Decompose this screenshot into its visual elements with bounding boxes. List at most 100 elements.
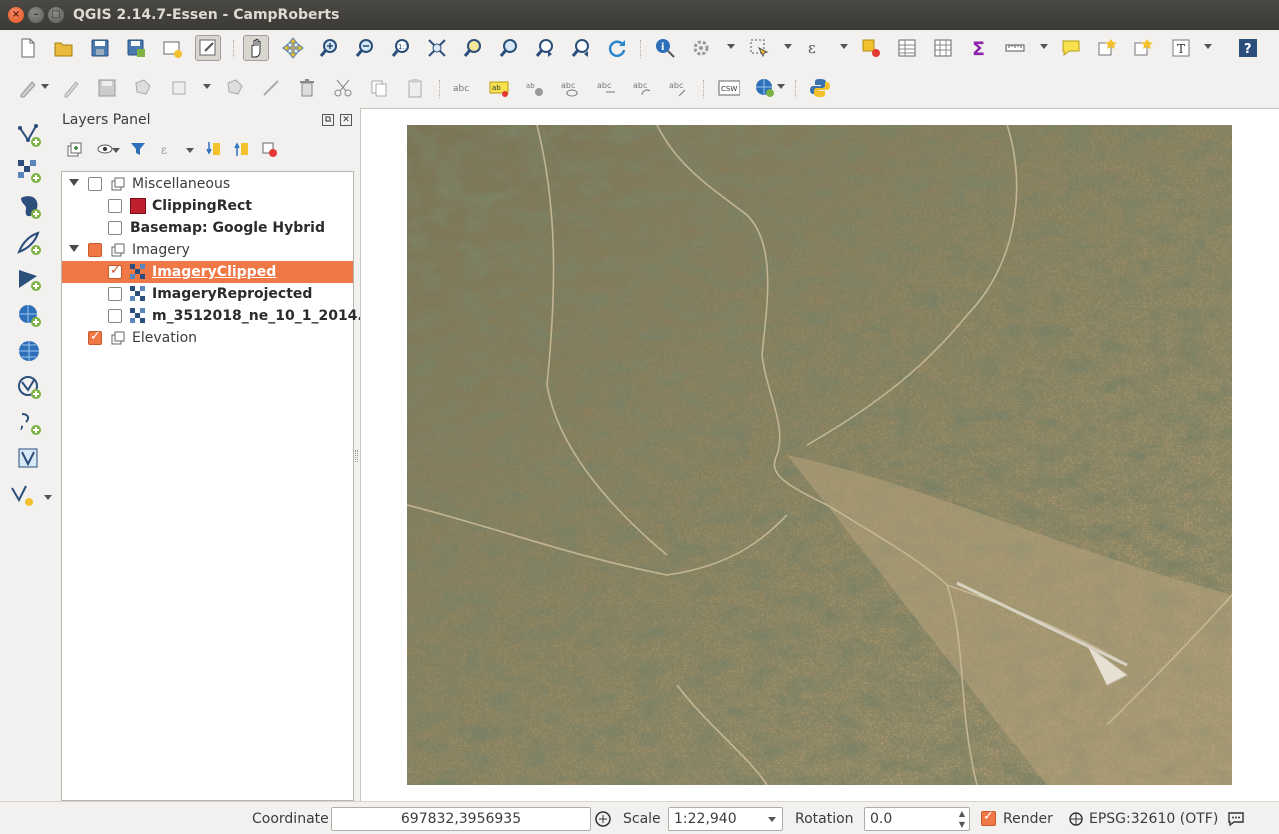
change-label-icon[interactable]: abc [666, 75, 692, 101]
move-dropdown-arrow[interactable] [203, 84, 211, 89]
crs-globe-icon[interactable] [1069, 812, 1083, 826]
zoom-out-icon[interactable] [352, 35, 378, 61]
messages-icon[interactable] [1227, 811, 1245, 827]
pan-icon[interactable] [243, 35, 269, 61]
measure-icon[interactable] [1002, 35, 1028, 61]
new-shapefile-layer-icon[interactable] [8, 481, 36, 509]
pencil-icon[interactable] [58, 75, 84, 101]
python-console-icon[interactable] [807, 75, 833, 101]
add-wms-icon[interactable] [752, 75, 778, 101]
layer-checkbox[interactable] [88, 243, 102, 257]
layer-labeling-icon[interactable]: abc [450, 75, 476, 101]
add-spatialite-layer-icon[interactable] [15, 229, 43, 257]
zoom-in-icon[interactable] [316, 35, 342, 61]
select-features-icon[interactable] [746, 35, 772, 61]
expand-arrow-icon[interactable] [69, 245, 79, 252]
new-project-icon[interactable] [15, 35, 41, 61]
delete-selected-icon[interactable] [294, 75, 320, 101]
layer-checkbox[interactable] [88, 329, 102, 345]
select-by-expression-icon[interactable]: ε [802, 35, 828, 61]
layer-checkbox[interactable] [108, 287, 122, 301]
add-feature-icon[interactable] [130, 75, 156, 101]
refresh-icon[interactable] [604, 35, 630, 61]
zoom-actual-size-icon[interactable]: 1:1 [388, 35, 414, 61]
layer-row-miscellaneous[interactable]: Miscellaneous [62, 173, 353, 195]
layer-tree[interactable]: Miscellaneous ClippingRect Basemap: Goog… [61, 171, 373, 801]
rotate-label-icon[interactable]: abc [630, 75, 656, 101]
label-dropdown-arrow[interactable] [1204, 44, 1212, 49]
render-checkbox[interactable] [981, 809, 996, 826]
scale-combo[interactable]: 1:22,940 [668, 807, 783, 831]
select-dropdown-arrow[interactable] [784, 44, 792, 49]
add-virtual-layer-icon[interactable] [15, 445, 43, 473]
form-annotation-icon[interactable] [1130, 35, 1156, 61]
layer-row-clippingrect[interactable]: ClippingRect [62, 195, 353, 217]
edit-tool-icon[interactable] [258, 75, 284, 101]
layer-row-basemap[interactable]: Basemap: Google Hybrid [62, 217, 353, 239]
zoom-to-selection-icon[interactable] [460, 35, 486, 61]
add-delimited-text-layer-icon[interactable]: , [15, 409, 43, 437]
layer-row-imagery[interactable]: Imagery [62, 239, 353, 261]
rotation-spin-down[interactable]: ▼ [956, 819, 968, 830]
add-wfs-layer-icon[interactable] [15, 373, 43, 401]
layer-row-imageryreprojected[interactable]: ImageryReprojected [62, 283, 353, 305]
layer-row-elevation[interactable]: Elevation [62, 327, 353, 349]
csw-icon[interactable]: CSW [716, 75, 742, 101]
zoom-next-icon[interactable] [568, 35, 594, 61]
zoom-last-icon[interactable] [532, 35, 558, 61]
layer-row-imageryclipped[interactable]: ImageryClipped [62, 261, 353, 283]
move-label-icon[interactable]: abc [594, 75, 620, 101]
pin-labels-icon[interactable]: ab [486, 75, 512, 101]
copy-features-icon[interactable] [366, 75, 392, 101]
visibility-dropdown-arrow[interactable] [112, 148, 120, 153]
add-vector-layer-icon[interactable] [15, 121, 43, 149]
crs-label[interactable]: EPSG:32610 (OTF) [1089, 811, 1218, 827]
filter-legend-icon[interactable] [127, 138, 149, 160]
layer-row-m3512018[interactable]: m_3512018_ne_10_1_2014... [62, 305, 373, 327]
cut-features-icon[interactable] [330, 75, 356, 101]
add-mssql-layer-icon[interactable] [15, 265, 43, 293]
deselect-icon[interactable] [858, 35, 884, 61]
rotation-field[interactable]: 0.0 [864, 807, 970, 831]
layer-checkbox[interactable] [108, 199, 122, 213]
move-feature-icon[interactable] [166, 75, 192, 101]
pan-to-selection-icon[interactable] [280, 35, 306, 61]
panel-splitter-handle[interactable] [355, 450, 358, 462]
layer-checkbox[interactable] [108, 221, 122, 235]
collapse-all-icon[interactable] [230, 138, 252, 160]
maximize-window-button[interactable]: □ [48, 7, 64, 23]
composer-manager-icon[interactable] [195, 35, 221, 61]
field-calculator-icon[interactable] [930, 35, 956, 61]
label-icon[interactable]: T [1168, 35, 1194, 61]
add-wcs-layer-icon[interactable] [15, 337, 43, 365]
filter-dropdown-arrow[interactable] [186, 148, 194, 153]
float-panel-button[interactable]: ⧉ [322, 114, 334, 126]
add-group-icon[interactable] [64, 138, 86, 160]
identify-icon[interactable]: i [652, 35, 678, 61]
coordinate-field[interactable]: 697832,3956935 [331, 807, 591, 831]
expand-arrow-icon[interactable] [69, 179, 79, 186]
add-postgis-layer-icon[interactable] [15, 193, 43, 221]
show-labels-icon[interactable]: abc [558, 75, 584, 101]
node-tool-icon[interactable] [222, 75, 248, 101]
minimize-window-button[interactable]: – [28, 7, 44, 23]
action-dropdown-arrow[interactable] [727, 44, 735, 49]
new-print-composer-icon[interactable] [159, 35, 185, 61]
close-panel-button[interactable]: ✕ [340, 114, 352, 126]
rotation-spin-up[interactable]: ▲ [956, 808, 968, 819]
paste-features-icon[interactable] [402, 75, 428, 101]
scale-dropdown-arrow[interactable] [768, 817, 776, 822]
expression-dropdown-arrow[interactable] [840, 44, 848, 49]
save-as-icon[interactable] [123, 35, 149, 61]
zoom-to-layer-icon[interactable] [496, 35, 522, 61]
filter-by-expression-icon[interactable]: ε [156, 138, 178, 160]
expand-all-icon[interactable] [202, 138, 224, 160]
attribute-table-icon[interactable] [894, 35, 920, 61]
map-tips-icon[interactable] [1058, 35, 1084, 61]
wms-dropdown-arrow[interactable] [777, 84, 785, 89]
close-window-button[interactable]: × [8, 7, 24, 23]
layer-checkbox[interactable] [108, 309, 122, 323]
aerial-imagery[interactable] [407, 125, 1232, 785]
text-annotation-icon[interactable] [1094, 35, 1120, 61]
zoom-full-icon[interactable] [424, 35, 450, 61]
